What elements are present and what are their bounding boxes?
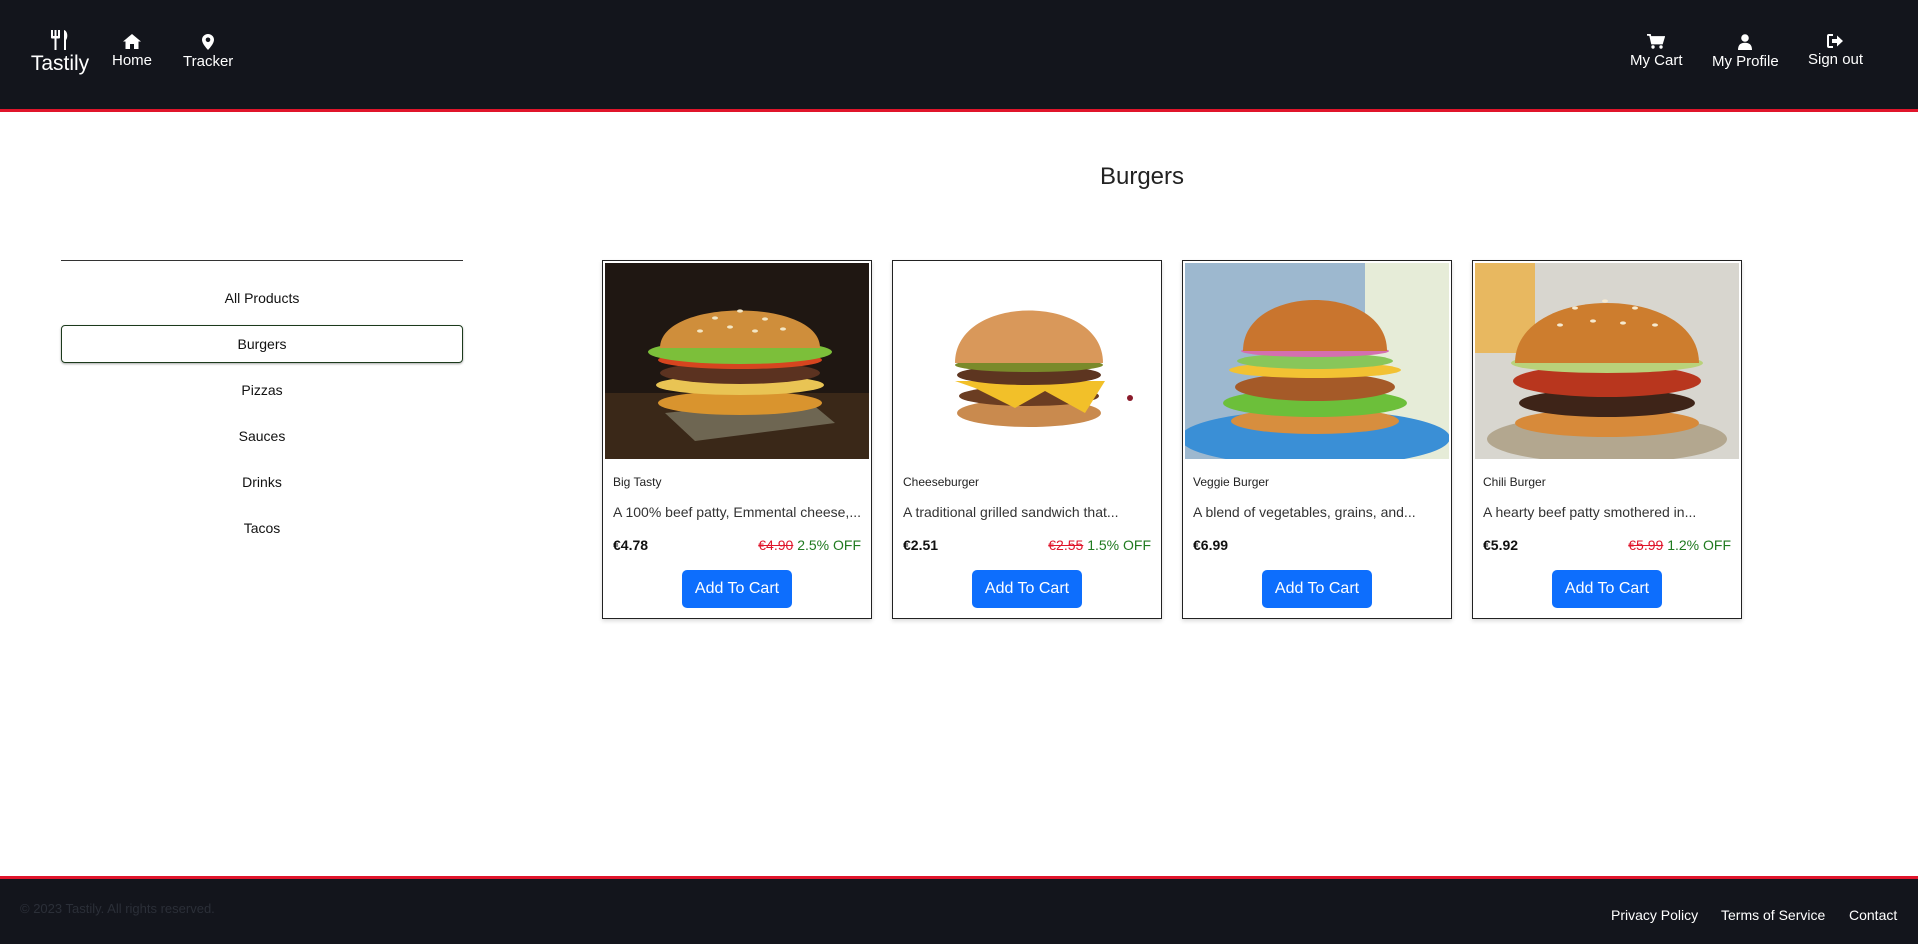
product-discount-percent: 2.5% OFF [797, 537, 861, 553]
add-to-cart-button[interactable]: Add To Cart [1262, 570, 1372, 608]
page-title: Burgers [1099, 163, 1185, 190]
sign-out-icon [1827, 34, 1844, 48]
brand-logo[interactable]: Tastily [30, 30, 90, 76]
nav-tracker[interactable]: Tracker [183, 34, 233, 70]
home-icon [123, 34, 141, 49]
utensils-icon [51, 30, 68, 50]
product-discount: €5.99 1.2% OFF [1628, 537, 1731, 553]
product-price: €2.51 [903, 537, 939, 553]
product-name: Big Tasty [613, 475, 662, 489]
product-card: Big Tasty A 100% beef patty, Emmental ch… [602, 260, 872, 619]
product-discount: €4.90 2.5% OFF [758, 537, 861, 553]
nav-my-cart[interactable]: My Cart [1630, 34, 1683, 69]
brand-name: Tastily [30, 52, 90, 75]
nav-home-label: Home [112, 52, 153, 69]
product-name: Chili Burger [1483, 475, 1546, 489]
product-description: A blend of vegetables, grains, and... [1193, 504, 1416, 520]
add-to-cart-button[interactable]: Add To Cart [972, 570, 1082, 608]
category-all-products[interactable]: All Products [61, 279, 463, 317]
footer-link-privacy-policy[interactable]: Privacy Policy [1611, 907, 1698, 923]
category-tacos[interactable]: Tacos [61, 509, 463, 547]
product-price: €5.92 [1483, 537, 1519, 553]
product-image-big-tasty[interactable] [605, 263, 869, 459]
category-burgers[interactable]: Burgers [61, 325, 463, 363]
product-old-price: €4.90 [758, 537, 794, 553]
nav-sign-out-label: Sign out [1808, 51, 1864, 68]
nav-sign-out[interactable]: Sign out [1808, 34, 1863, 68]
product-discount-percent: 1.5% OFF [1087, 537, 1151, 553]
add-to-cart-button[interactable]: Add To Cart [1552, 570, 1662, 608]
product-description: A traditional grilled sandwich that... [903, 504, 1119, 520]
category-pizzas[interactable]: Pizzas [61, 371, 463, 409]
product-discount-percent: 1.2% OFF [1667, 537, 1731, 553]
product-name: Cheeseburger [903, 475, 980, 489]
category-drinks[interactable]: Drinks [61, 463, 463, 501]
map-pin-icon [202, 34, 215, 50]
footer-link-contact[interactable]: Contact [1849, 907, 1897, 923]
product-old-price: €2.55 [1048, 537, 1084, 553]
category-sidebar: All Products Burgers Pizzas Sauces Drink… [61, 260, 463, 547]
footer-link-terms-of-service[interactable]: Terms of Service [1721, 907, 1825, 923]
copyright-text: © 2023 Tastily. All rights reserved. [20, 901, 215, 916]
product-description: A hearty beef patty smothered in... [1483, 504, 1697, 520]
category-sauces[interactable]: Sauces [61, 417, 463, 455]
product-old-price: €5.99 [1628, 537, 1664, 553]
product-description: A 100% beef patty, Emmental cheese,... [613, 504, 861, 520]
product-name: Veggie Burger [1193, 475, 1270, 489]
product-price: €6.99 [1193, 537, 1229, 553]
nav-my-profile[interactable]: My Profile [1712, 34, 1779, 70]
top-navbar: Tastily Home Tracker My Cart My Profile [0, 0, 1918, 112]
product-card: Cheeseburger A traditional grilled sandw… [892, 260, 1162, 619]
product-card: Chili Burger A hearty beef patty smother… [1472, 260, 1742, 619]
nav-home[interactable]: Home [112, 34, 152, 69]
footer: © 2023 Tastily. All rights reserved. Pri… [0, 876, 1918, 944]
product-image-chili-burger[interactable] [1475, 263, 1739, 459]
product-discount: €2.55 1.5% OFF [1048, 537, 1151, 553]
nav-my-cart-label: My Cart [1630, 52, 1683, 69]
user-icon [1738, 34, 1753, 50]
product-price: €4.78 [613, 537, 649, 553]
product-card: Veggie Burger A blend of vegetables, gra… [1182, 260, 1452, 619]
nav-tracker-label: Tracker [183, 53, 234, 70]
product-image-cheeseburger[interactable] [895, 263, 1159, 459]
cart-icon [1647, 34, 1666, 49]
product-image-veggie-burger[interactable] [1185, 263, 1449, 459]
nav-my-profile-label: My Profile [1712, 53, 1779, 70]
add-to-cart-button[interactable]: Add To Cart [682, 570, 792, 608]
